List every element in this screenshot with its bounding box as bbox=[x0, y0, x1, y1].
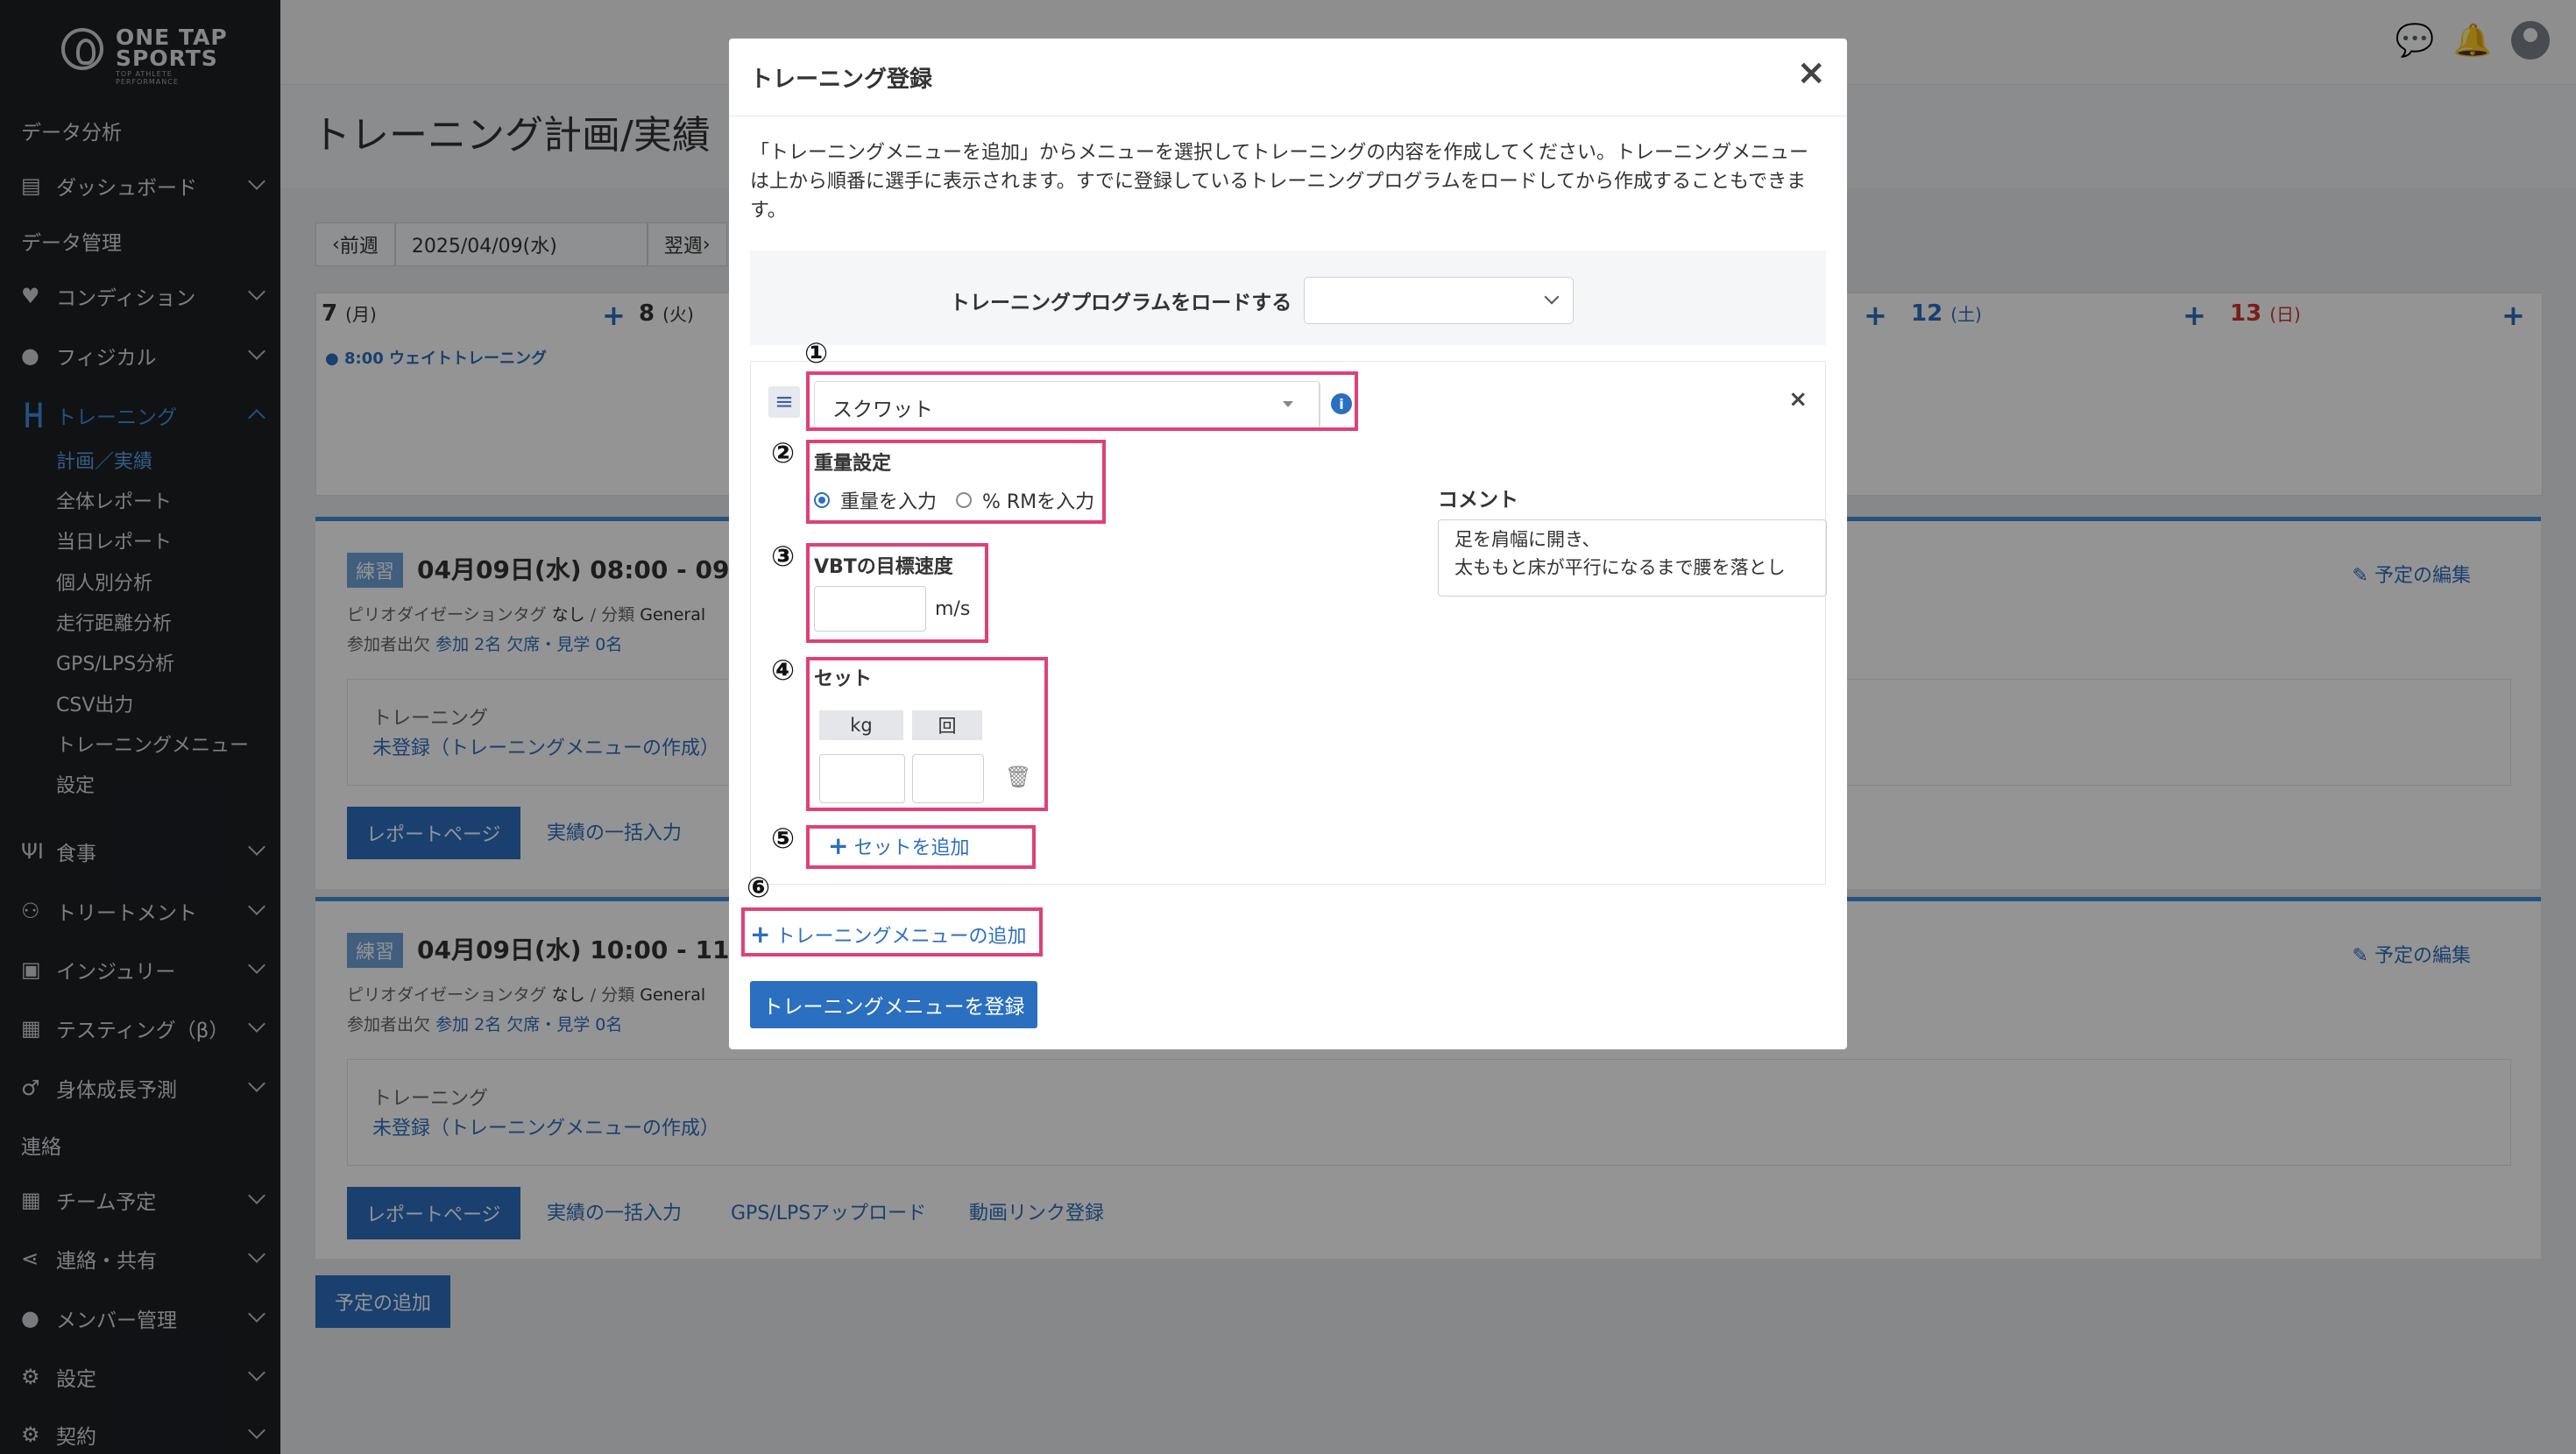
modal-description: 「トレーニングメニューを追加」からメニューを選択してトレーニングの内容を作成して… bbox=[750, 142, 1809, 222]
comment-line: 太ももと床が平行になるまで腰を落とし bbox=[1454, 557, 1786, 578]
highlight-box-2 bbox=[806, 440, 1106, 524]
highlight-box-6 bbox=[741, 907, 1043, 956]
modal-title: トレーニング登録 bbox=[750, 67, 933, 93]
close-icon[interactable]: × bbox=[1796, 53, 1826, 93]
annotation-6: ⑥ bbox=[747, 871, 771, 904]
highlight-box-3 bbox=[806, 543, 988, 643]
load-program-select[interactable] bbox=[1304, 277, 1574, 324]
chevron-down-icon bbox=[1544, 289, 1560, 305]
load-program-panel: トレーニングプログラムをロードする bbox=[750, 251, 1826, 345]
annotation-2: ② bbox=[771, 436, 796, 469]
annotation-4: ④ bbox=[771, 653, 796, 687]
load-program-label: トレーニングプログラムをロードする bbox=[950, 292, 1292, 314]
annotation-5: ⑤ bbox=[771, 822, 796, 855]
comment-textarea[interactable]: 足を肩幅に開き、 太ももと床が平行になるまで腰を落とし bbox=[1438, 519, 1827, 596]
highlight-box-1 bbox=[806, 371, 1358, 431]
drag-handle-icon[interactable]: ≡ bbox=[768, 386, 800, 418]
register-menu-button[interactable]: トレーニングメニューを登録 bbox=[750, 981, 1037, 1028]
comment-label: コメント bbox=[1438, 489, 1518, 512]
remove-menu-icon[interactable]: × bbox=[1788, 386, 1808, 413]
highlight-box-5 bbox=[806, 825, 1036, 869]
annotation-1: ① bbox=[804, 336, 829, 370]
annotation-3: ③ bbox=[771, 540, 796, 573]
comment-line: 足を肩幅に開き、 bbox=[1454, 529, 1601, 550]
highlight-box-4 bbox=[806, 657, 1048, 811]
